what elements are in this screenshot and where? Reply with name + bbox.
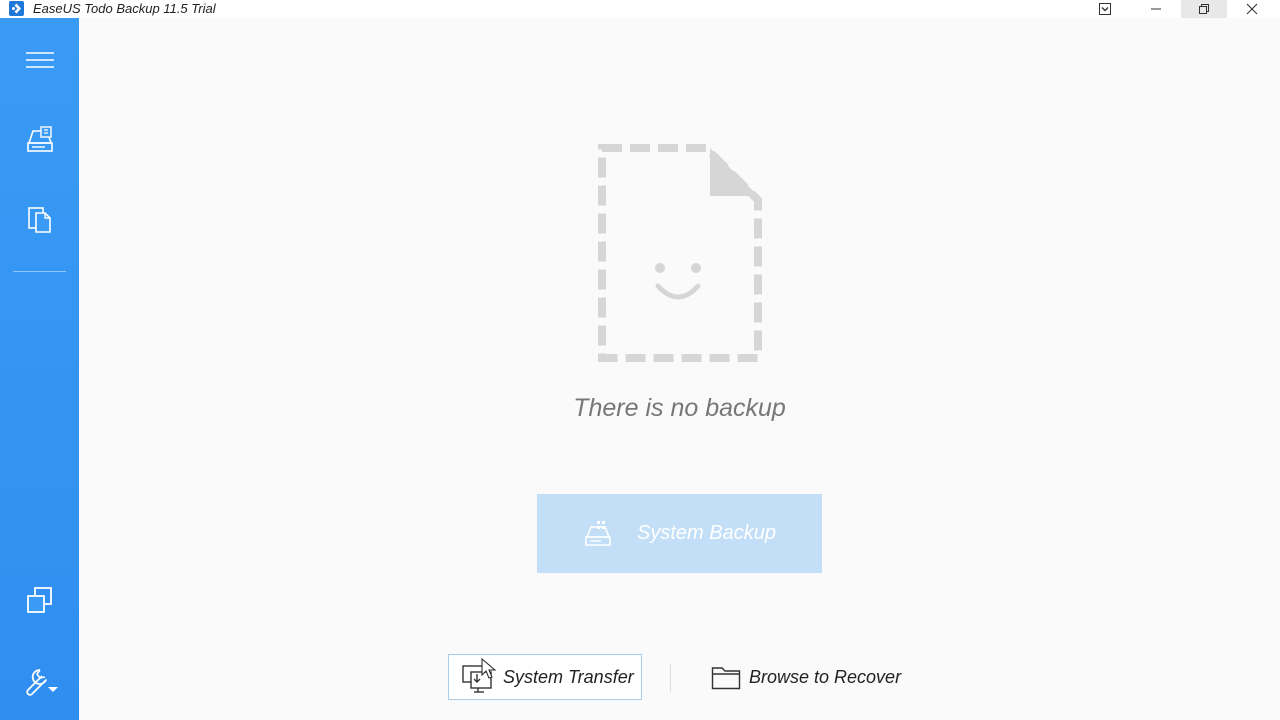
minimize-icon	[1151, 8, 1161, 10]
title-bar[interactable]: EaseUS Todo Backup 11.5 Trial	[0, 0, 1280, 18]
restore-icon	[1199, 4, 1209, 14]
sidebar	[0, 18, 79, 720]
sidebar-item-clone[interactable]	[0, 198, 79, 242]
easeus-app-icon	[9, 1, 24, 16]
windows-icon	[26, 587, 52, 613]
system-transfer-button[interactable]: System Transfer	[448, 654, 642, 700]
empty-file-smiley-icon	[598, 144, 762, 362]
dropdown-box-button[interactable]	[1082, 0, 1128, 18]
close-icon	[1246, 3, 1258, 15]
close-button[interactable]	[1229, 0, 1275, 18]
mouse-pointer-icon	[481, 658, 497, 679]
hamburger-menu-icon	[25, 52, 54, 68]
app-window: EaseUS Todo Backup 11.5 Trial There is n…	[0, 0, 1280, 720]
restore-button[interactable]	[1181, 0, 1227, 18]
minimize-button[interactable]	[1133, 0, 1179, 18]
window-title: EaseUS Todo Backup 11.5 Trial	[33, 1, 216, 16]
sidebar-item-backup[interactable]	[0, 118, 79, 162]
system-transfer-label: System Transfer	[503, 666, 634, 687]
wrench-dropdown-icon	[25, 669, 58, 696]
folder-icon	[711, 667, 741, 690]
dropdown-box-icon	[1099, 3, 1111, 15]
clone-documents-icon	[27, 207, 51, 233]
system-backup-label: System Backup	[637, 522, 776, 544]
browse-to-recover-button[interactable]: Browse to Recover	[709, 654, 909, 700]
main-content: There is no backup System Backup System …	[79, 18, 1280, 720]
browse-to-recover-label: Browse to Recover	[749, 666, 902, 687]
disk-backup-icon	[26, 126, 53, 152]
system-backup-icon	[585, 520, 611, 546]
button-divider	[670, 664, 671, 692]
sidebar-item-tools[interactable]	[0, 660, 79, 704]
sidebar-item-windows[interactable]	[0, 578, 79, 622]
sidebar-item-menu[interactable]	[0, 40, 79, 80]
empty-state-message: There is no backup	[573, 394, 786, 422]
sidebar-divider	[13, 271, 66, 272]
system-backup-button[interactable]: System Backup	[537, 494, 822, 573]
